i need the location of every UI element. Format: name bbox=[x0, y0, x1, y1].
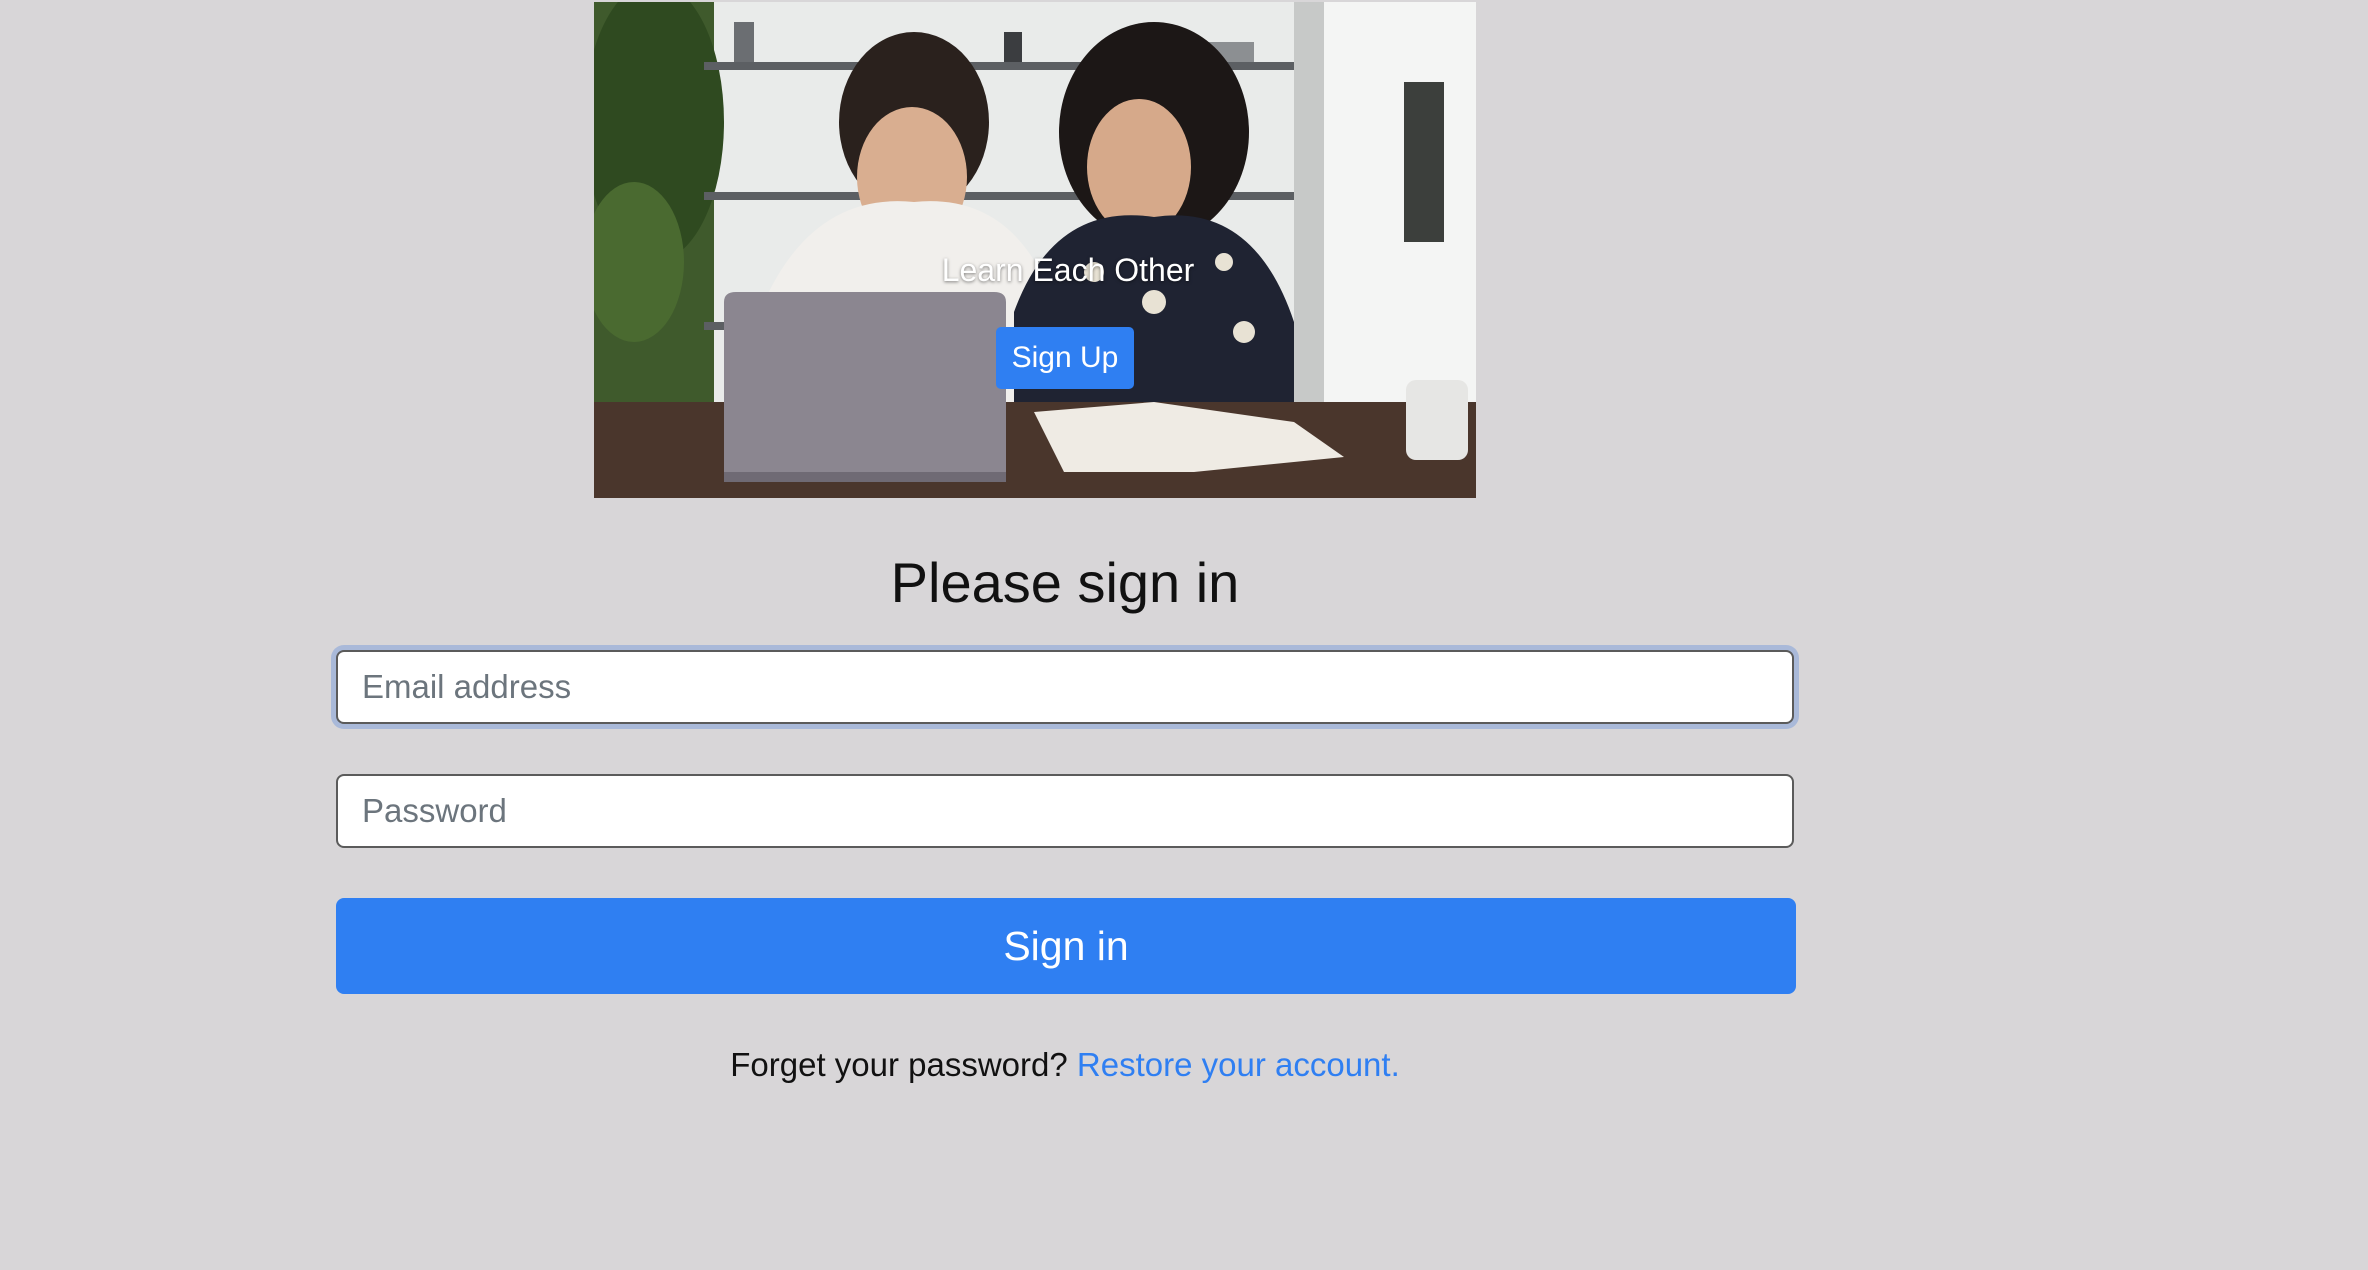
forgot-password-text: Forget your password? bbox=[730, 1046, 1068, 1083]
restore-account-row: Forget your password? Restore your accou… bbox=[0, 1046, 2130, 1084]
restore-account-link[interactable]: Restore your account. bbox=[1077, 1046, 1400, 1083]
page-title: Please sign in bbox=[890, 551, 1240, 614]
hero-background-image bbox=[594, 2, 1476, 498]
hero-tagline: Learn Each Other bbox=[941, 252, 1195, 288]
hero-video: Learn Each Other Sign Up bbox=[594, 2, 1476, 498]
sign-in-button[interactable]: Sign in bbox=[336, 898, 1796, 994]
email-field[interactable] bbox=[336, 650, 1794, 724]
password-field[interactable] bbox=[336, 774, 1794, 848]
sign-up-button[interactable]: Sign Up bbox=[996, 327, 1134, 389]
sign-in-page: Learn Each Other Sign Up Please sign in … bbox=[0, 0, 2368, 1270]
